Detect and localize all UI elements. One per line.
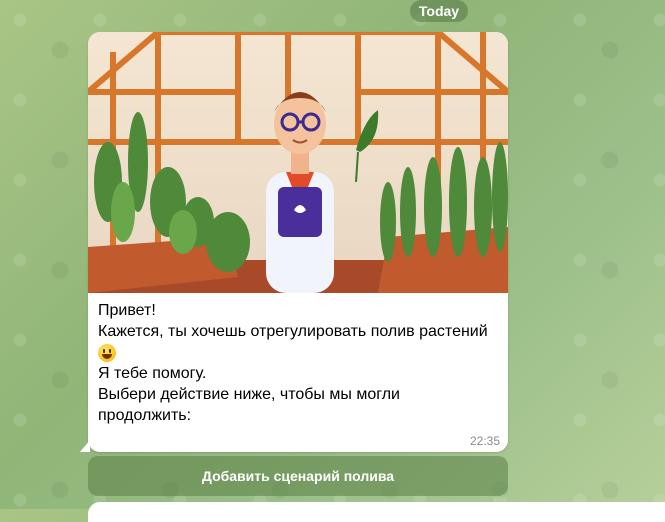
message-timestamp: 22:35 [469,434,500,448]
message-line: продолжить: [98,407,192,424]
message-emoji-line [98,342,500,363]
message-bubble: Привет! Кажется, ты хочешь отрегулироват… [88,32,508,452]
message-text: Привет! Кажется, ты хочешь отрегулироват… [98,300,500,426]
message-line: Привет! [98,302,156,319]
grinning-face-emoji-icon [98,343,116,362]
add-watering-scenario-button[interactable]: Добавить сценарий полива [88,456,508,496]
bubble-tail [80,440,90,452]
message-line: Выбери действие ниже, чтобы мы могли [98,386,400,403]
message-line: Кажется, ты хочешь отрегулировать полив … [98,323,488,340]
date-separator: Today [410,0,468,22]
next-message-bubble [88,502,665,522]
greenhouse-scientist-illustration [88,32,508,293]
message-line: Я тебе помогу. [98,365,207,382]
